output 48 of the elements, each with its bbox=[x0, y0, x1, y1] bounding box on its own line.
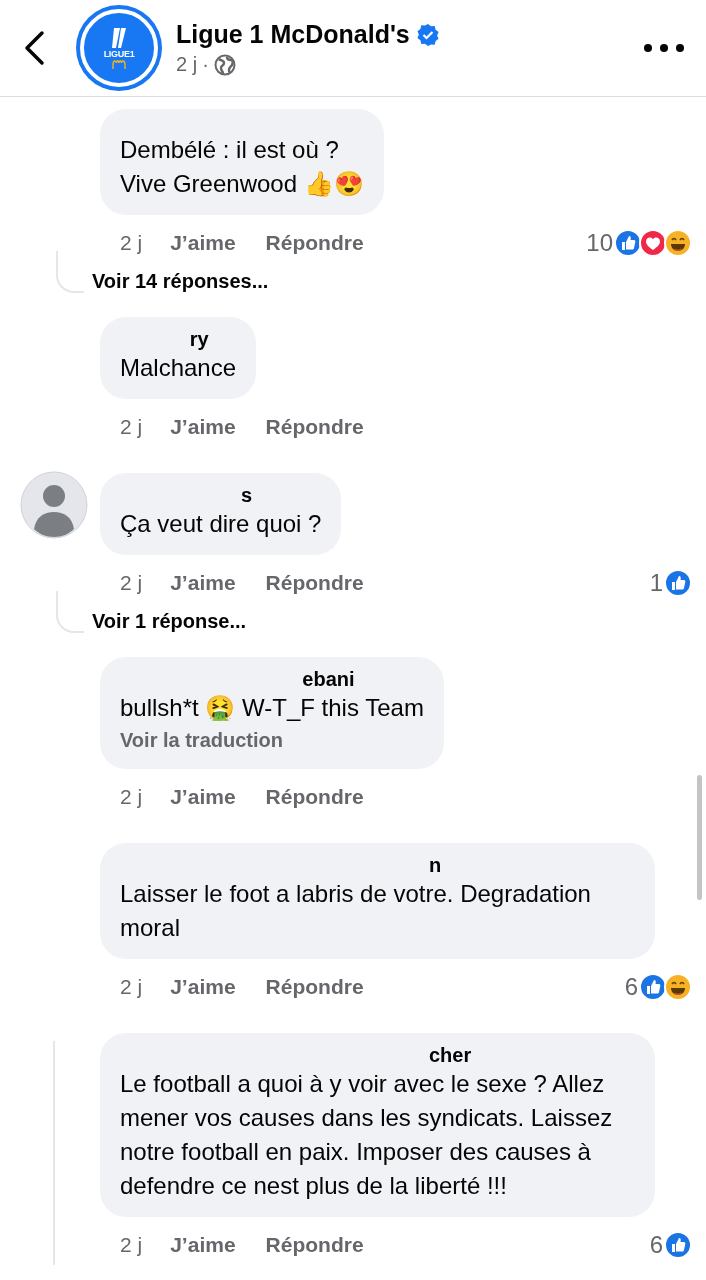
globe-icon bbox=[213, 53, 236, 76]
reaction-count[interactable]: 6 bbox=[624, 973, 638, 1001]
reply-link[interactable]: Répondre bbox=[265, 975, 364, 999]
comment-text: Malchance bbox=[120, 353, 237, 383]
commenter-name[interactable]: ry bbox=[120, 327, 237, 351]
comment-text: Dembélé : il est où ? Vive Greenwood 👍😍 bbox=[120, 135, 364, 199]
comment-text: Le football a quoi à y voir avec le sexe ? Allez mener vos causes dans les syndicats. Laissez notre football en paix. Imposer des causes à defendre ce nest plus de la liberté !!! bbox=[120, 1069, 614, 1201]
reaction-count[interactable]: 6 bbox=[649, 1231, 663, 1259]
comment-time: 2 j bbox=[120, 785, 143, 809]
page-title[interactable]: Ligue 1 McDonald's bbox=[176, 20, 410, 49]
like-link[interactable]: J’aime bbox=[170, 1233, 236, 1257]
comment-time: 2 j bbox=[120, 975, 143, 999]
comment-time: 2 j bbox=[120, 231, 143, 255]
reply-link[interactable]: Répondre bbox=[265, 415, 364, 439]
reply-link[interactable]: Répondre bbox=[265, 785, 364, 809]
page-logo[interactable]: LIGUE1 bbox=[80, 9, 158, 87]
reaction-count[interactable]: 10 bbox=[586, 229, 613, 257]
thread-connector bbox=[56, 251, 84, 293]
comment-time: 2 j bbox=[120, 1233, 143, 1257]
commenter-name[interactable]: n bbox=[120, 853, 635, 877]
separator-dot: · bbox=[202, 53, 209, 76]
like-link[interactable]: J’aime bbox=[170, 415, 236, 439]
thread-connector bbox=[56, 591, 84, 633]
comment-text: bullsh*t 🤮 W-T_F this Team bbox=[120, 693, 424, 723]
default-avatar-icon[interactable] bbox=[20, 471, 88, 539]
reply-link[interactable]: Répondre bbox=[265, 1233, 364, 1257]
like-link[interactable]: J’aime bbox=[170, 571, 236, 595]
reply-link[interactable]: Répondre bbox=[265, 231, 364, 255]
like-link[interactable]: J’aime bbox=[170, 975, 236, 999]
reply-link[interactable]: Répondre bbox=[265, 571, 364, 595]
commenter-name[interactable]: cher bbox=[120, 1043, 635, 1067]
post-time: 2 j bbox=[176, 53, 198, 76]
translate-link[interactable]: Voir la traduction bbox=[120, 725, 424, 755]
view-replies-link[interactable]: Voir 14 réponses... bbox=[92, 270, 269, 293]
reaction-count[interactable]: 1 bbox=[649, 569, 663, 597]
comment-time: 2 j bbox=[120, 571, 143, 595]
comment-text: Laisser le foot a labris de votre. Degradation moral bbox=[120, 879, 592, 943]
like-link[interactable]: J’aime bbox=[170, 231, 236, 255]
commenter-name[interactable]: ebani bbox=[120, 667, 424, 691]
more-options-icon[interactable] bbox=[642, 42, 686, 54]
view-replies-link[interactable]: Voir 1 réponse... bbox=[92, 610, 247, 633]
comment-time: 2 j bbox=[120, 415, 143, 439]
logo-text: LIGUE1 bbox=[103, 49, 135, 59]
commenter-name[interactable]: s bbox=[120, 483, 322, 507]
arches-icon bbox=[112, 59, 126, 69]
comment-text: Ça veut dire quoi ? bbox=[120, 509, 322, 539]
like-link[interactable]: J’aime bbox=[170, 785, 236, 809]
logo-mark-icon bbox=[110, 27, 128, 49]
